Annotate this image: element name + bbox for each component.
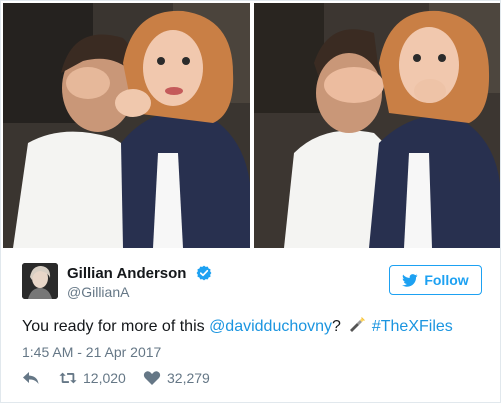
tweet-text-question: ? <box>332 318 341 335</box>
tweet-photos[interactable] <box>3 3 500 248</box>
like-button[interactable]: 32,279 <box>143 370 210 386</box>
tweet-text: You ready for more of this @davidduchovn… <box>22 317 453 336</box>
follow-button[interactable]: Follow <box>389 265 482 295</box>
flashlight-icon <box>350 317 366 332</box>
reply-icon <box>23 372 39 384</box>
follow-label: Follow <box>424 272 469 288</box>
user-handle[interactable]: @GillianA <box>67 284 129 300</box>
mention-link[interactable]: @davidduchovny <box>209 318 332 335</box>
user-avatar[interactable] <box>22 263 58 299</box>
retweet-button[interactable]: 12,020 <box>59 370 126 386</box>
user-name[interactable]: Gillian Anderson <box>67 265 186 282</box>
heart-icon <box>143 371 161 385</box>
tweet-text-prefix: You ready for more of this <box>22 318 210 335</box>
tweet-photo-right[interactable] <box>254 3 500 248</box>
twitter-bird-icon <box>402 273 418 287</box>
hashtag-link[interactable]: #TheXFiles <box>372 318 453 335</box>
retweet-icon <box>59 372 77 384</box>
tweet-timestamp[interactable]: 1:45 AM - 21 Apr 2017 <box>22 344 161 360</box>
like-count: 32,279 <box>167 370 210 386</box>
retweet-count: 12,020 <box>83 370 126 386</box>
reply-button[interactable] <box>22 370 40 386</box>
tweet-card: Gillian Anderson @GillianA Follow You re… <box>0 0 501 403</box>
verified-badge-icon <box>196 265 212 281</box>
tweet-photo-left[interactable] <box>3 3 250 248</box>
